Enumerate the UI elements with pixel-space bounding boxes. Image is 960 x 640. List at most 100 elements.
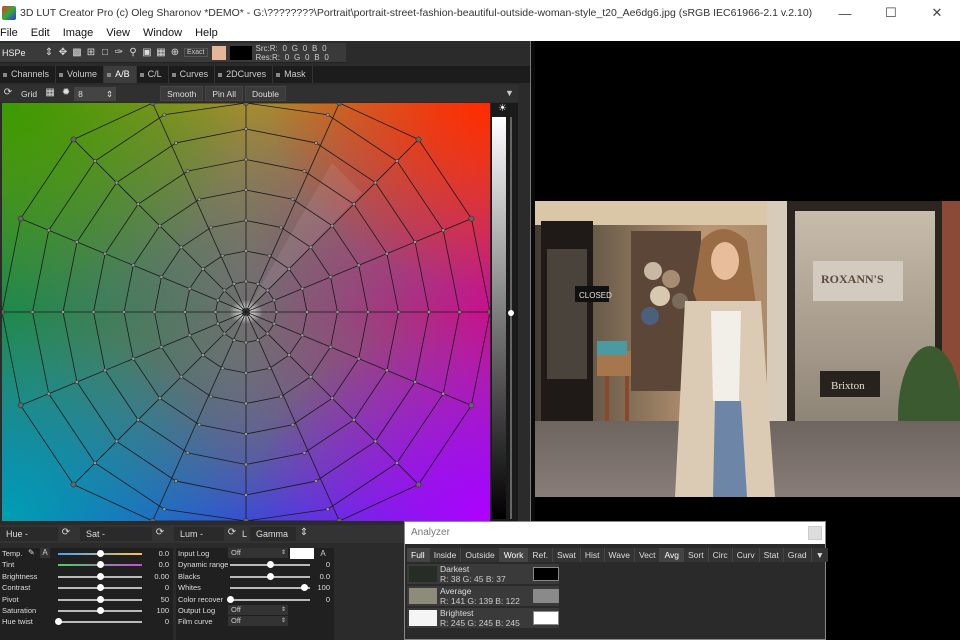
grid-node[interactable] xyxy=(279,225,283,230)
auto-button[interactable]: A xyxy=(318,548,328,559)
grid-node[interactable] xyxy=(351,202,356,207)
grid-node[interactable] xyxy=(174,141,178,145)
grid-node[interactable] xyxy=(91,310,96,314)
sat-field[interactable]: Sat - xyxy=(80,527,152,541)
grid-node[interactable] xyxy=(197,197,202,202)
grid-node[interactable] xyxy=(75,240,79,244)
color-recover-thumb[interactable] xyxy=(227,595,234,603)
menu-window[interactable]: Window xyxy=(143,26,188,41)
grid-node[interactable] xyxy=(179,374,184,379)
target-icon[interactable]: ⊕ xyxy=(169,47,181,59)
luminance-knob[interactable] xyxy=(508,310,514,316)
whites-track[interactable] xyxy=(230,587,310,590)
ab-color-plane[interactable] xyxy=(2,103,490,521)
double-button[interactable]: Double xyxy=(244,86,286,101)
blacks-thumb[interactable] xyxy=(267,572,274,580)
grid-node[interactable] xyxy=(93,461,97,465)
add-point-icon[interactable]: ⊞ xyxy=(85,47,97,59)
tab-volume[interactable]: Volume xyxy=(56,66,105,83)
grid-node[interactable] xyxy=(287,353,291,357)
grid-node[interactable] xyxy=(244,188,248,192)
grid-node[interactable] xyxy=(244,401,248,406)
grid-node[interactable] xyxy=(300,333,305,338)
grid-size-stepper[interactable]: 8 ⇕ xyxy=(74,86,117,101)
menu-file[interactable]: File xyxy=(0,26,24,41)
grid-node[interactable] xyxy=(187,333,192,338)
grid-node[interactable] xyxy=(314,479,318,483)
maximize-icon[interactable]: ☐ xyxy=(868,0,914,26)
grid-node[interactable] xyxy=(302,169,307,173)
grid-node[interactable] xyxy=(244,432,248,436)
grid-node[interactable] xyxy=(255,281,260,286)
tab-ab[interactable]: A/B xyxy=(104,66,137,83)
gamma-select[interactable]: Gamma xyxy=(250,527,296,541)
lum-field[interactable]: Lum - xyxy=(174,527,224,541)
grid-node[interactable] xyxy=(159,345,164,349)
grid-node[interactable] xyxy=(279,394,283,399)
grid-node[interactable] xyxy=(308,374,313,379)
grid-node[interactable] xyxy=(427,310,431,314)
grid-node[interactable] xyxy=(187,286,192,291)
close-icon[interactable]: ✕ xyxy=(914,0,960,26)
grid-node[interactable] xyxy=(136,417,141,422)
grid-node[interactable] xyxy=(244,462,248,467)
film-curve-select[interactable]: Off ⇕ xyxy=(228,616,288,627)
grid-node[interactable] xyxy=(179,245,184,250)
radial-grid-icon[interactable]: ✹ xyxy=(58,87,74,101)
grid-node[interactable] xyxy=(413,380,417,384)
adjust-thumb[interactable] xyxy=(97,595,104,603)
grid-node[interactable] xyxy=(300,286,305,291)
analyzer-tab[interactable]: Circ xyxy=(708,548,733,562)
analyzer-tab[interactable]: Curv xyxy=(732,548,760,562)
grid-node[interactable] xyxy=(222,288,227,293)
grid-node[interactable] xyxy=(197,422,202,427)
grid-node[interactable] xyxy=(103,368,107,373)
adjust-thumb[interactable] xyxy=(97,550,104,557)
grid-node[interactable] xyxy=(325,507,330,512)
grid-node[interactable] xyxy=(335,310,340,314)
pin-all-button[interactable]: Pin All xyxy=(205,86,243,101)
grid-node[interactable] xyxy=(244,157,248,162)
grid-node[interactable] xyxy=(468,402,475,409)
grid-node[interactable] xyxy=(185,169,190,173)
grid-node[interactable] xyxy=(157,396,162,401)
grid-node[interactable] xyxy=(114,439,119,444)
grid-node[interactable] xyxy=(396,310,401,314)
grid-node[interactable] xyxy=(356,263,361,268)
color-model-select[interactable]: HSPe xyxy=(0,48,42,58)
tab-cl[interactable]: C/L xyxy=(137,66,169,83)
grid-node[interactable] xyxy=(385,251,389,256)
grid-node[interactable] xyxy=(351,417,356,422)
tab-channels[interactable]: Channels xyxy=(0,66,57,83)
rect-select-icon[interactable]: □ xyxy=(99,47,111,59)
analyzer-tab[interactable]: Inside xyxy=(429,548,462,562)
grid-node[interactable] xyxy=(46,228,51,233)
whites-thumb[interactable] xyxy=(301,584,308,592)
grid-node[interactable] xyxy=(103,251,107,256)
grid-node[interactable] xyxy=(162,112,167,117)
collapse-arrow-icon[interactable]: ▼ xyxy=(505,88,515,98)
menu-view[interactable]: View xyxy=(106,26,136,41)
smooth-button[interactable]: Smooth xyxy=(160,86,204,101)
grid-node[interactable] xyxy=(93,159,97,163)
grid-node[interactable] xyxy=(209,225,213,230)
grid-node[interactable] xyxy=(46,391,51,396)
grid-node[interactable] xyxy=(395,159,399,163)
grid-node[interactable] xyxy=(244,218,248,223)
grid-node[interactable] xyxy=(213,310,218,314)
image-preview[interactable]: CLOSED ROXANN'S Brixton xyxy=(535,201,960,497)
grid-node[interactable] xyxy=(314,141,318,145)
grid-node[interactable] xyxy=(201,267,205,271)
grid-node[interactable] xyxy=(157,223,162,228)
input-log-select[interactable]: Off ⇕ xyxy=(228,548,288,558)
current-color-swatch[interactable] xyxy=(211,45,226,60)
grid-node[interactable] xyxy=(185,451,190,455)
grid-node[interactable] xyxy=(290,197,295,202)
grid-node[interactable] xyxy=(302,451,307,455)
analyzer-close-button[interactable] xyxy=(808,526,822,540)
crop-icon[interactable]: ▣ xyxy=(141,47,153,59)
grid-node[interactable] xyxy=(441,228,446,233)
grid-node[interactable] xyxy=(183,310,187,314)
grid-node[interactable] xyxy=(17,215,24,222)
grid-node[interactable] xyxy=(265,331,270,336)
